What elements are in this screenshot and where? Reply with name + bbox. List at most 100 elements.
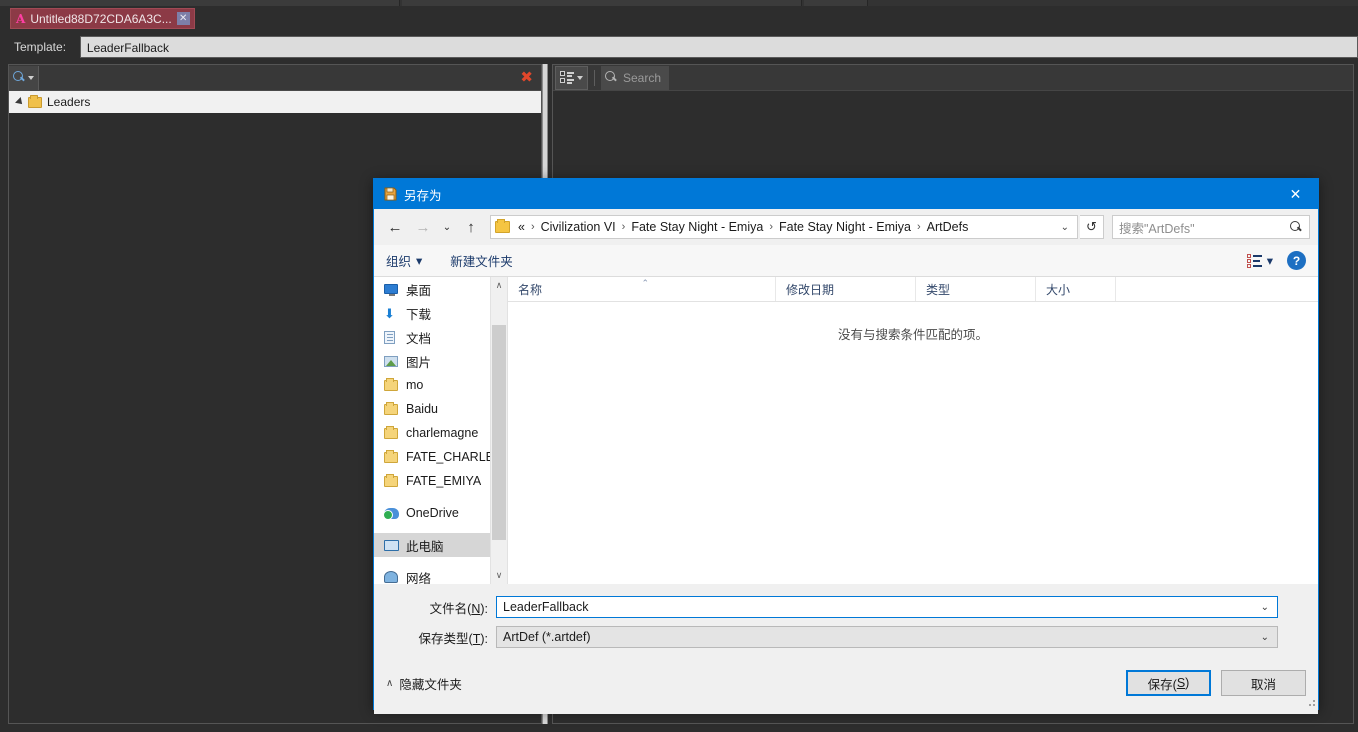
close-icon[interactable]: ✕ xyxy=(176,12,190,25)
address-bar[interactable]: « › Civilization VI › Fate Stay Night - … xyxy=(490,215,1078,239)
nav-pane-scrollbar[interactable]: ∧ ∨ xyxy=(490,277,507,584)
computer-icon xyxy=(384,539,401,551)
document-icon xyxy=(384,330,401,344)
folder-icon xyxy=(384,425,401,439)
save-button[interactable]: 保存(S) xyxy=(1126,670,1211,696)
document-tab-bar: A Untitled88D72CDA6A3C... ✕ xyxy=(0,6,1358,32)
properties-search-input[interactable]: Search xyxy=(601,65,670,90)
template-value-field[interactable]: LeaderFallback xyxy=(79,36,1358,58)
filename-value: LeaderFallback xyxy=(503,600,589,614)
folder-icon xyxy=(28,94,42,108)
document-tab[interactable]: A Untitled88D72CDA6A3C... ✕ xyxy=(10,8,195,29)
nav-item-this-pc[interactable]: 此电脑 xyxy=(374,533,507,557)
breadcrumb-item-0[interactable]: Civilization VI xyxy=(539,220,618,234)
filename-input[interactable]: LeaderFallback ⌄ xyxy=(496,596,1278,618)
network-icon xyxy=(384,571,401,583)
template-row: Template: LeaderFallback xyxy=(0,34,1358,60)
tree-search-options-button[interactable] xyxy=(9,65,39,90)
breadcrumb-separator: › xyxy=(530,221,535,233)
resize-grip[interactable] xyxy=(1305,696,1315,706)
organize-label: 组织 xyxy=(386,255,412,269)
nav-item-fate-charlemagne[interactable]: FATE_CHARLEMAGNE xyxy=(374,445,507,469)
tree-item-label: Leaders xyxy=(47,95,91,109)
nav-item-desktop[interactable]: 桌面 \ xyxy=(374,277,507,301)
hide-folders-button[interactable]: ∧ 隐藏文件夹 xyxy=(386,674,462,693)
dialog-title: 另存为 xyxy=(404,188,442,203)
nav-item-mo[interactable]: mo \ xyxy=(374,373,507,397)
filetype-row: 保存类型(T): ArtDef (*.artdef) ⌄ xyxy=(374,622,1318,652)
scroll-down-icon[interactable]: ∨ xyxy=(491,567,507,584)
nav-item-downloads[interactable]: ⬇ 下载 \ xyxy=(374,301,507,325)
cloud-icon xyxy=(383,507,401,520)
nav-item-label: mo xyxy=(406,378,424,392)
chevron-down-icon[interactable]: ⌄ xyxy=(1253,602,1277,613)
download-icon: ⬇ xyxy=(384,305,395,321)
refresh-icon[interactable]: ↺ xyxy=(1080,215,1104,239)
close-icon[interactable]: ✕ xyxy=(1273,179,1318,209)
document-tab-label: Untitled88D72CDA6A3C... xyxy=(30,11,172,26)
column-label: 大小 xyxy=(1046,282,1071,297)
chevron-down-icon xyxy=(577,75,583,80)
column-label: 修改日期 xyxy=(786,282,835,297)
dialog-footer: ∧ 隐藏文件夹 保存(S) 取消 xyxy=(374,652,1318,714)
chevron-down-icon: ▾ xyxy=(416,254,423,268)
column-header-type[interactable]: 类型 xyxy=(916,277,1036,301)
breadcrumb-separator: › xyxy=(917,221,921,233)
up-button[interactable]: ↑ xyxy=(458,214,484,240)
nav-item-baidu[interactable]: Baidu xyxy=(374,397,507,421)
filename-label: 文件名(N): xyxy=(429,601,488,616)
nav-item-pictures[interactable]: 图片 \ xyxy=(374,349,507,373)
nav-item-charlemagne[interactable]: charlemagne xyxy=(374,421,507,445)
column-label: 名称 xyxy=(518,282,543,297)
toolbar-divider xyxy=(594,69,595,86)
breadcrumb-prefix[interactable]: « xyxy=(516,220,527,234)
filename-row: 文件名(N): LeaderFallback ⌄ xyxy=(374,592,1318,622)
clear-search-icon[interactable]: ✖ xyxy=(520,70,541,85)
help-icon[interactable]: ? xyxy=(1287,251,1306,270)
search-icon xyxy=(1290,220,1303,234)
chevron-down-icon xyxy=(28,75,34,80)
nav-item-fate-emiya[interactable]: FATE_EMIYA xyxy=(374,469,507,493)
search-icon xyxy=(605,71,618,84)
dialog-title-bar[interactable]: 另存为 ✕ xyxy=(374,179,1318,209)
new-folder-button[interactable]: 新建文件夹 xyxy=(450,251,513,270)
list-view-icon xyxy=(1246,254,1262,268)
back-button[interactable]: ← xyxy=(382,214,408,240)
column-header-row: ⌃ 名称 修改日期 类型 大小 xyxy=(508,277,1318,302)
folder-icon xyxy=(384,401,401,415)
scrollbar-thumb[interactable] xyxy=(492,325,506,540)
nav-item-label: charlemagne xyxy=(406,426,479,440)
expand-tree-button[interactable] xyxy=(555,65,588,90)
recent-locations-button[interactable]: ⌄ xyxy=(438,214,456,240)
save-icon xyxy=(382,186,398,202)
properties-search-placeholder: Search xyxy=(623,70,662,85)
chevron-down-icon[interactable]: ⌄ xyxy=(1053,222,1077,233)
column-header-name[interactable]: ⌃ 名称 xyxy=(508,277,776,301)
save-as-dialog: 另存为 ✕ ← → ⌄ ↑ « › Civilization VI › Fate… xyxy=(373,178,1319,714)
column-label: 类型 xyxy=(926,282,951,297)
search-input[interactable]: 搜索"ArtDefs" xyxy=(1112,215,1310,239)
view-mode-button[interactable]: ▾ xyxy=(1246,253,1273,268)
organize-button[interactable]: 组织 ▾ xyxy=(386,251,422,270)
file-list-pane: ⌃ 名称 修改日期 类型 大小 没有与搜索条件匹配的项。 xyxy=(508,277,1318,584)
scroll-up-icon[interactable]: ∧ xyxy=(491,277,507,294)
breadcrumb-item-3[interactable]: ArtDefs xyxy=(925,220,971,234)
nav-item-label: 桌面 xyxy=(406,283,432,298)
nav-item-documents[interactable]: 文档 \ xyxy=(374,325,507,349)
letter-a-icon: A xyxy=(16,11,26,26)
column-header-date-modified[interactable]: 修改日期 xyxy=(776,277,916,301)
breadcrumb-item-1[interactable]: Fate Stay Night - Emiya xyxy=(629,220,765,234)
chevron-down-icon[interactable]: ⌄ xyxy=(1253,632,1277,643)
expand-triangle-icon[interactable] xyxy=(15,97,25,107)
breadcrumb-item-2[interactable]: Fate Stay Night - Emiya xyxy=(777,220,913,234)
nav-item-onedrive[interactable]: OneDrive xyxy=(374,501,507,525)
cancel-button[interactable]: 取消 xyxy=(1221,670,1306,696)
empty-list-message: 没有与搜索条件匹配的项。 xyxy=(837,328,988,342)
nav-item-network[interactable]: 网络 xyxy=(374,565,507,584)
column-header-size[interactable]: 大小 xyxy=(1036,277,1116,301)
breadcrumb-separator: › xyxy=(769,221,773,233)
nav-item-label: 文档 xyxy=(406,331,432,346)
forward-button[interactable]: → xyxy=(410,214,436,240)
tree-item-leaders[interactable]: Leaders xyxy=(9,91,541,113)
filetype-select[interactable]: ArtDef (*.artdef) ⌄ xyxy=(496,626,1278,648)
